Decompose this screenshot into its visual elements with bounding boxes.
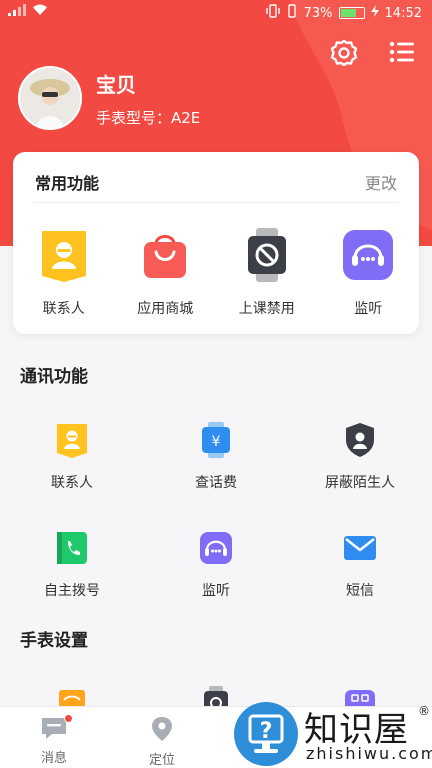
watch-model: 手表型号：A2E [96, 108, 201, 127]
comm-item-sms[interactable]: 短信 [288, 530, 432, 600]
comm-item-label: 屏蔽陌生人 [325, 475, 395, 491]
avatar[interactable] [18, 66, 82, 130]
common-item-label: 上课禁用 [238, 301, 295, 317]
battery-level [340, 9, 356, 17]
location-icon [150, 716, 174, 746]
common-item-label: 联系人 [42, 301, 85, 317]
comm-item-block-stranger[interactable]: 屏蔽陌生人 [288, 422, 432, 492]
card-title: 常用功能 [35, 174, 100, 193]
comm-item-label: 查话费 [195, 475, 237, 491]
wifi-icon [32, 4, 48, 20]
common-item-listen[interactable]: 监听 [318, 228, 420, 318]
communication-row-1: 联系人 ¥ 查话费 屏蔽陌生人 [0, 422, 432, 492]
signal-icon [8, 4, 26, 20]
battery-icon [338, 7, 365, 19]
dial-icon [55, 530, 89, 570]
divider [33, 202, 399, 203]
battery-percent: 73% [303, 5, 333, 21]
comm-item-contacts[interactable]: 联系人 [0, 422, 144, 492]
change-button[interactable]: 更改 [365, 170, 397, 194]
comm-item-label: 自主拨号 [44, 583, 100, 599]
communication-row-2: 自主拨号 监听 短信 [0, 530, 432, 600]
tab-messages[interactable]: 消息 [0, 707, 108, 768]
common-functions-card: 常用功能 更改 联系人 应用商城 上课禁用 监听 [13, 152, 419, 334]
contacts-icon [39, 228, 89, 286]
comm-item-label: 联系人 [51, 475, 93, 491]
sms-icon [343, 530, 377, 570]
watermark-registered: ® [418, 704, 430, 718]
svg-text:?: ? [260, 719, 273, 744]
alarm-icon [286, 4, 298, 22]
phone-bill-icon: ¥ [199, 422, 233, 462]
clock-time: 14:52 [384, 5, 422, 21]
comm-item-listen[interactable]: 监听 [144, 530, 288, 600]
profile-name: 宝贝 [96, 72, 136, 97]
tab-location[interactable]: 定位 [108, 707, 216, 768]
section-title-communication: 通讯功能 [20, 367, 88, 387]
profile-section[interactable]: 宝贝 手表型号：A2E [18, 66, 200, 130]
menu-list-icon[interactable] [388, 38, 418, 68]
listen-icon [342, 228, 394, 286]
status-bar: 73% 14:52 [0, 0, 432, 24]
comm-item-dial[interactable]: 自主拨号 [0, 530, 144, 600]
unread-badge [64, 714, 73, 723]
settings-gear-icon[interactable] [329, 38, 359, 68]
contacts-icon [55, 422, 89, 462]
vibrate-icon [265, 4, 280, 22]
class-disable-icon [242, 228, 292, 286]
svg-text:¥: ¥ [212, 434, 221, 450]
watermark-logo: ? 知识屋 ® zhishiwu.com [232, 700, 432, 768]
common-item-label: 监听 [354, 301, 383, 317]
common-item-app-store[interactable]: 应用商城 [115, 228, 217, 318]
tab-label: 消息 [40, 751, 67, 766]
charging-icon [370, 5, 379, 21]
listen-icon [199, 530, 233, 570]
common-item-class-disable[interactable]: 上课禁用 [216, 228, 318, 318]
watermark-question-icon: ? [234, 702, 298, 766]
tab-label: 定位 [148, 753, 175, 768]
section-title-watch-settings: 手表设置 [20, 631, 88, 651]
common-item-label: 应用商城 [137, 301, 194, 317]
comm-item-label: 短信 [346, 583, 374, 599]
common-item-contacts[interactable]: 联系人 [13, 228, 115, 318]
app-store-icon [140, 228, 190, 286]
watermark-subtitle: zhishiwu.com [306, 744, 432, 763]
comm-item-label: 监听 [202, 583, 230, 599]
comm-item-phone-bill[interactable]: ¥ 查话费 [144, 422, 288, 492]
block-stranger-icon [343, 422, 377, 462]
